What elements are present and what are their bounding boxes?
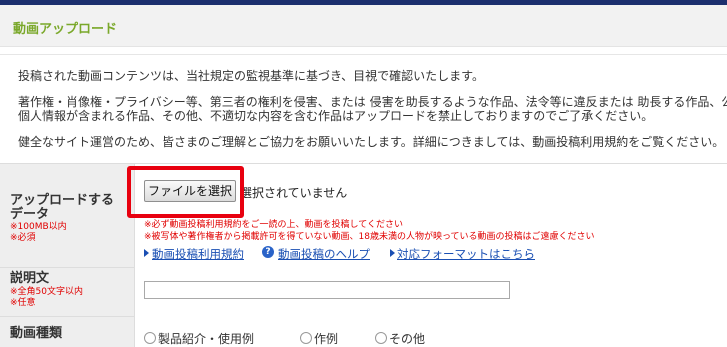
notice-line: 健全なサイト運営のため、皆さまのご理解とご協力をお願いいたします。詳細につきまし…	[18, 135, 725, 149]
notice-box: 投稿された動画コンテンツは、当社規定の監視基準に基づき、目視で確認いたします。 …	[0, 54, 727, 164]
highlight-box	[127, 166, 244, 218]
title-bar: 動画アップロード	[0, 5, 727, 47]
video-type-radio[interactable]	[375, 332, 387, 344]
upload-size-limit: ※100MB以内	[10, 222, 67, 232]
formats-link[interactable]: 対応フォーマットはこちら	[397, 246, 535, 262]
video-type-option: 製品紹介・使用例	[158, 332, 255, 346]
video-type-option: その他	[389, 332, 426, 346]
page-title: 動画アップロード	[13, 22, 118, 37]
video-type-radio[interactable]	[144, 332, 156, 344]
upload-warning: ※必ず動画投稿利用規約をご一読の上、動画を投稿してください	[144, 220, 404, 230]
upload-label-cont: データ	[10, 207, 50, 222]
notice-line: 個人情報が含まれる作品、その他、不適切な内容を含む作品はアップロードを禁止してお…	[18, 109, 654, 123]
video-type-label-cell: 動画種類	[0, 317, 135, 347]
upload-warning: ※被写体や著作権者から掲載許可を得ていない動画、18歳未満の人物が映っている動画…	[144, 232, 595, 242]
file-status-text: 選択されていません	[240, 186, 348, 200]
arrow-right-icon	[390, 249, 395, 257]
upload-required-mark: ※必須	[10, 233, 36, 243]
terms-link[interactable]: 動画投稿利用規約	[152, 246, 244, 262]
description-label: 説明文	[10, 271, 50, 286]
upload-label: アップロードする	[10, 193, 115, 208]
video-type-option: 作例	[314, 332, 339, 346]
help-link[interactable]: 動画投稿のヘルプ	[278, 246, 370, 262]
notice-line: 著作権・肖像権・プライバシー等、第三者の権利を侵害、または 侵害を助長するような…	[18, 95, 727, 109]
description-input[interactable]	[144, 281, 510, 299]
video-type-radio[interactable]	[300, 332, 312, 344]
description-limit: ※全角50文字以内	[10, 287, 83, 297]
description-label-cell: 説明文 ※全角50文字以内 ※任意	[0, 268, 135, 317]
arrow-right-icon	[144, 249, 149, 257]
video-type-label: 動画種類	[10, 326, 63, 341]
notice-line: 投稿された動画コンテンツは、当社規定の監視基準に基づき、目視で確認いたします。	[18, 69, 484, 83]
help-icon: ?	[262, 246, 274, 258]
description-optional-mark: ※任意	[10, 298, 36, 308]
upload-label-cell: アップロードする データ ※100MB以内 ※必須	[0, 164, 135, 268]
